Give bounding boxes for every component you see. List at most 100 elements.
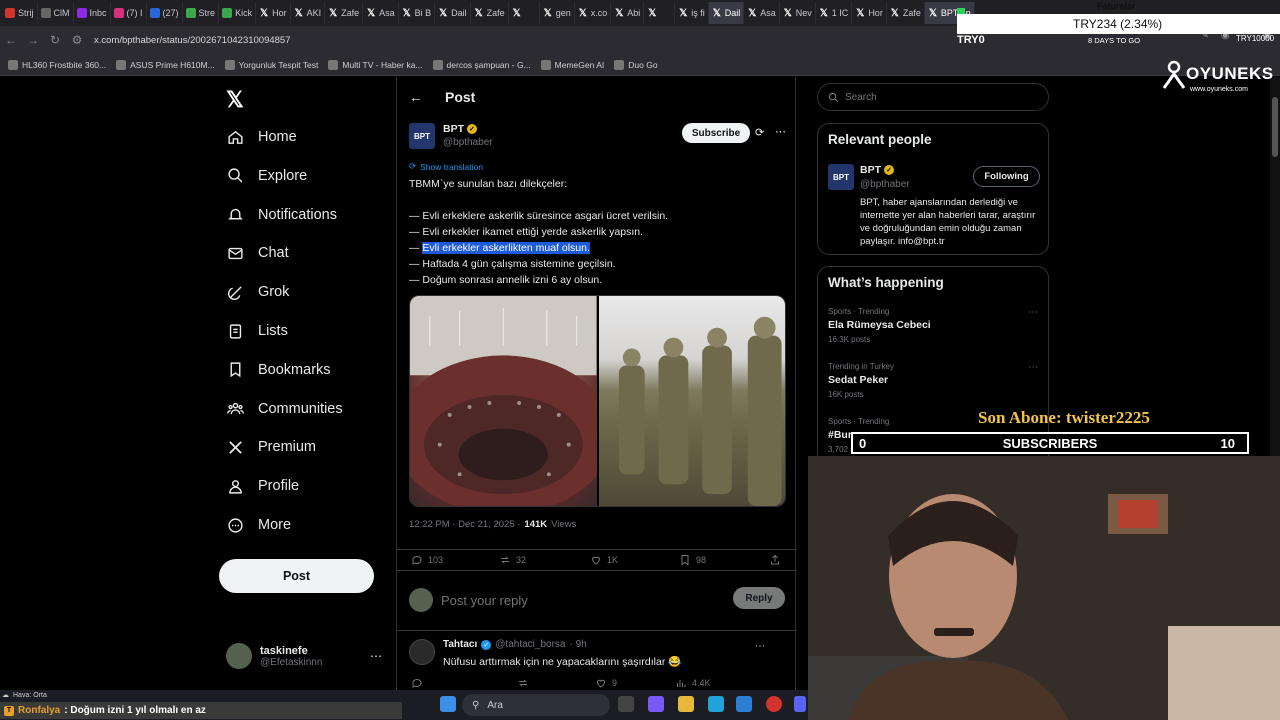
taskbar-search[interactable]: ⚲ Ara <box>462 694 610 716</box>
browser-tab[interactable]: ClM <box>38 2 74 24</box>
reply-post[interactable]: Tahtacı ✓ @tahtaci_borsa · 9h Nüfusu art… <box>409 639 681 668</box>
browser-tab[interactable]: 𝕏 <box>509 2 540 24</box>
bookmark-action[interactable]: 98 <box>679 554 706 566</box>
back-arrow-icon[interactable]: ← <box>0 29 22 51</box>
store-icon[interactable] <box>736 696 752 712</box>
browser-tab[interactable]: 𝕏gen <box>540 2 575 24</box>
avatar[interactable]: BPT <box>828 164 854 190</box>
windows-start-icon[interactable] <box>440 696 456 712</box>
nav-item-bookmarks[interactable]: Bookmarks <box>226 357 331 383</box>
bookmark-item[interactable]: Duo Go <box>614 59 658 70</box>
browser-tab[interactable]: 𝕏 Abi <box>611 2 645 24</box>
browser-tab[interactable]: (7) I <box>111 2 147 24</box>
nav-item-communities[interactable]: Communities <box>226 396 343 422</box>
browser-tab[interactable]: (27) <box>147 2 183 24</box>
browser-tab[interactable]: 𝕏 Dail <box>435 2 471 24</box>
browser-tab[interactable]: 𝕏 Zafe <box>471 2 509 24</box>
nav-item-premium[interactable]: Premium <box>226 434 316 460</box>
grok-icon[interactable]: ⟳ <box>755 126 764 139</box>
reply-more-icon[interactable]: ⋯ <box>755 641 765 652</box>
show-translation-link[interactable]: ⟳ Show translation <box>409 161 483 172</box>
following-button[interactable]: Following <box>973 166 1040 187</box>
repost-action[interactable]: 32 <box>499 554 526 566</box>
nav-item-explore[interactable]: Explore <box>226 163 307 189</box>
nav-item-home[interactable]: Home <box>226 124 297 150</box>
browser-tab[interactable]: 𝕏 <box>644 2 676 24</box>
browser-tab[interactable]: 𝕏 Hor <box>256 2 291 24</box>
search-input[interactable] <box>845 91 1025 103</box>
bookmark-item[interactable]: HL360 Frostbite 360... <box>8 59 106 70</box>
subscribe-button[interactable]: Subscribe <box>682 123 750 143</box>
trend-item[interactable]: Sports · Trending Ela Rümeysa Cebeci 16.3K… <box>828 307 1038 344</box>
opera-icon[interactable] <box>766 696 782 712</box>
discord-icon[interactable] <box>794 696 806 712</box>
reply-action[interactable]: 103 <box>411 554 443 566</box>
reply-input[interactable] <box>441 592 711 608</box>
search-box[interactable] <box>817 83 1049 111</box>
nav-item-grok[interactable]: Grok <box>226 279 289 305</box>
like-action[interactable]: 9 <box>595 677 617 689</box>
trend-more-icon[interactable]: ⋯ <box>1028 307 1038 318</box>
browser-tab[interactable]: 𝕏x.co <box>575 2 612 24</box>
share-action[interactable] <box>769 554 781 566</box>
post-button[interactable]: Post <box>219 559 374 593</box>
reply-button[interactable]: Reply <box>733 587 785 609</box>
trend-item[interactable]: Trending in Turkey Sedat Peker 16K posts ⋯ <box>828 362 1038 399</box>
reload-icon[interactable]: ↻ <box>44 29 66 51</box>
bookmark-item[interactable]: Multi TV - Haber ka... <box>328 59 423 70</box>
nav-item-more[interactable]: More <box>226 512 291 538</box>
avatar[interactable]: BPT <box>409 123 435 149</box>
browser-tab[interactable]: 𝕏 Zafe <box>887 2 925 24</box>
views-action[interactable]: 4.4K <box>675 677 711 689</box>
person-name[interactable]: BPT <box>860 164 881 176</box>
post-author[interactable]: BPT BPT ✓ @bpthaber <box>409 123 493 149</box>
author-handle[interactable]: @bpthaber <box>443 137 493 148</box>
browser-tab[interactable]: 𝕏1 IC <box>816 2 853 24</box>
browser-tab[interactable]: Strij <box>2 2 38 24</box>
nav-item-lists[interactable]: Lists <box>226 318 288 344</box>
bookmark-item[interactable]: dercos şampuan - G... <box>432 59 531 70</box>
nav-item-notifications[interactable]: Notifications <box>226 202 337 228</box>
person-handle[interactable]: @bpthaber <box>860 179 910 190</box>
browser-tab[interactable]: 𝕏iş fi <box>675 2 709 24</box>
account-more-icon[interactable]: ⋯ <box>370 649 382 663</box>
reply-time[interactable]: · 9h <box>569 639 586 650</box>
edge-icon[interactable] <box>708 696 724 712</box>
browser-tab[interactable]: Stre <box>183 2 220 24</box>
bookmark-item[interactable]: MemeGen AI <box>540 59 604 70</box>
browser-tab[interactable]: 𝕏 Zafe <box>325 2 364 24</box>
more-icon[interactable]: ⋯ <box>775 125 786 138</box>
browser-tab[interactable]: 𝕏 AKI <box>291 2 326 24</box>
back-arrow-icon[interactable]: ← <box>409 89 423 105</box>
soldiers-image[interactable] <box>598 296 785 506</box>
timestamp-text[interactable]: 12:22 PM · Dec 21, 2025 · <box>409 519 520 530</box>
weather-widget[interactable]: ☁ Hava: Orta <box>2 691 47 700</box>
browser-tab[interactable]: 𝕏 Nev <box>780 2 816 24</box>
account-switcher[interactable]: taskinefe @Efetaskinnn <box>226 643 322 669</box>
like-action[interactable]: 1K <box>590 554 618 566</box>
nav-item-chat[interactable]: Chat <box>226 240 289 266</box>
url-field[interactable]: x.com/bpthaber/status/200267104231009485… <box>94 35 291 46</box>
browser-tab[interactable]: 𝕏 Asa <box>363 2 399 24</box>
task-view-icon[interactable] <box>618 696 634 712</box>
browser-tab[interactable]: 𝕏 Asa <box>744 2 780 24</box>
reply-author-name[interactable]: Tahtacı <box>443 639 477 650</box>
x-logo-icon[interactable]: 𝕏 <box>226 87 244 113</box>
reply-action[interactable] <box>411 677 423 689</box>
scrollbar-thumb[interactable] <box>1272 97 1278 157</box>
browser-tab[interactable]: 𝕏 Bi B <box>399 2 436 24</box>
browser-tab[interactable]: 𝕏 Dail <box>708 2 745 24</box>
repost-action[interactable] <box>517 677 529 689</box>
bookmark-item[interactable]: ASUS Prime H610M... <box>116 59 215 70</box>
avatar[interactable] <box>409 639 435 665</box>
trend-more-icon[interactable]: ⋯ <box>1028 362 1038 373</box>
browser-tab[interactable]: Kick <box>219 2 257 24</box>
forward-arrow-icon[interactable]: → <box>22 29 44 51</box>
copilot-icon[interactable] <box>648 696 664 712</box>
site-settings-icon[interactable]: ⚙ <box>66 29 88 51</box>
browser-tab[interactable]: Inbc <box>74 2 111 24</box>
post-media[interactable] <box>409 295 786 507</box>
parliament-image[interactable] <box>410 296 613 506</box>
reply-author-handle[interactable]: @tahtaci_borsa <box>495 639 565 650</box>
browser-tab[interactable]: 𝕏 Hor <box>852 2 887 24</box>
